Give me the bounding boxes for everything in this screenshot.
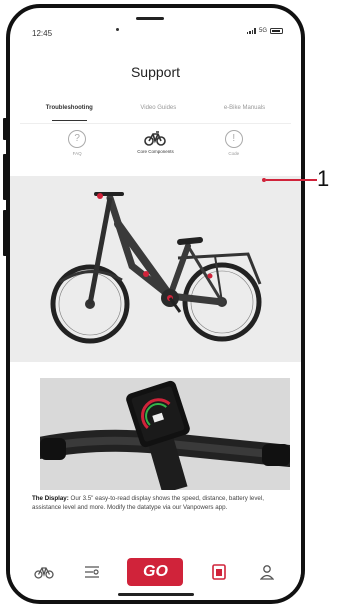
page-title: Support	[130, 64, 181, 80]
home-indicator	[118, 593, 194, 596]
status-time: 12:45	[32, 29, 53, 38]
callout-number: 1	[317, 166, 330, 191]
network-label: 5G	[258, 28, 267, 34]
speaker-notch	[136, 17, 164, 20]
display-image	[40, 378, 290, 490]
callout-line	[266, 179, 317, 181]
display-description: The Display: Our 3.5" easy-to-read displ…	[32, 495, 290, 512]
question-icon: ?	[68, 130, 87, 148]
bike-icon	[34, 567, 54, 579]
description-title: The Display:	[32, 495, 69, 502]
category-label-core-components: Core Components	[137, 149, 174, 154]
bike-icon	[144, 131, 167, 146]
signal-icon	[246, 28, 256, 34]
phone-frame: 12:45 5G Support Troubleshooting Video G…	[6, 4, 305, 604]
category-faq[interactable]: ? FAQ	[47, 130, 107, 174]
alert-icon: !	[224, 130, 243, 148]
bike-nav-icon[interactable]	[32, 560, 56, 584]
tab-video-guides[interactable]: Video Guides	[140, 103, 176, 125]
tab-bar: Troubleshooting Video Guides e-Bike Manu…	[10, 103, 301, 125]
front-camera	[116, 28, 119, 31]
go-button[interactable]: GO	[127, 558, 184, 586]
manual-icon	[212, 564, 227, 580]
status-bar: 12:45 5G	[10, 8, 301, 38]
category-label-faq: FAQ	[72, 151, 82, 156]
manual-nav-icon[interactable]	[207, 560, 231, 584]
tab-troubleshooting[interactable]: Troubleshooting	[46, 103, 93, 125]
profile-nav-icon[interactable]	[255, 560, 279, 584]
display-illustration	[40, 378, 290, 490]
app-screen: 12:45 5G Support Troubleshooting Video G…	[10, 8, 301, 600]
ebike-illustration	[50, 192, 262, 344]
tabs-divider	[20, 123, 291, 124]
battery-icon	[270, 28, 283, 34]
category-code[interactable]: ! Code	[204, 130, 264, 174]
profile-icon	[260, 565, 275, 580]
list-icon	[84, 566, 99, 578]
ebike-image	[10, 176, 301, 362]
category-nav: ? FAQ Core Components ! Code	[10, 130, 301, 174]
status-icons: 5G	[246, 28, 283, 34]
category-core-components[interactable]: Core Components	[125, 130, 185, 174]
tab-ebike-manuals[interactable]: e-Bike Manuals	[224, 103, 265, 125]
category-label-code: Code	[228, 151, 240, 156]
list-nav-icon[interactable]	[80, 560, 104, 584]
bottom-nav: GO	[10, 552, 301, 592]
